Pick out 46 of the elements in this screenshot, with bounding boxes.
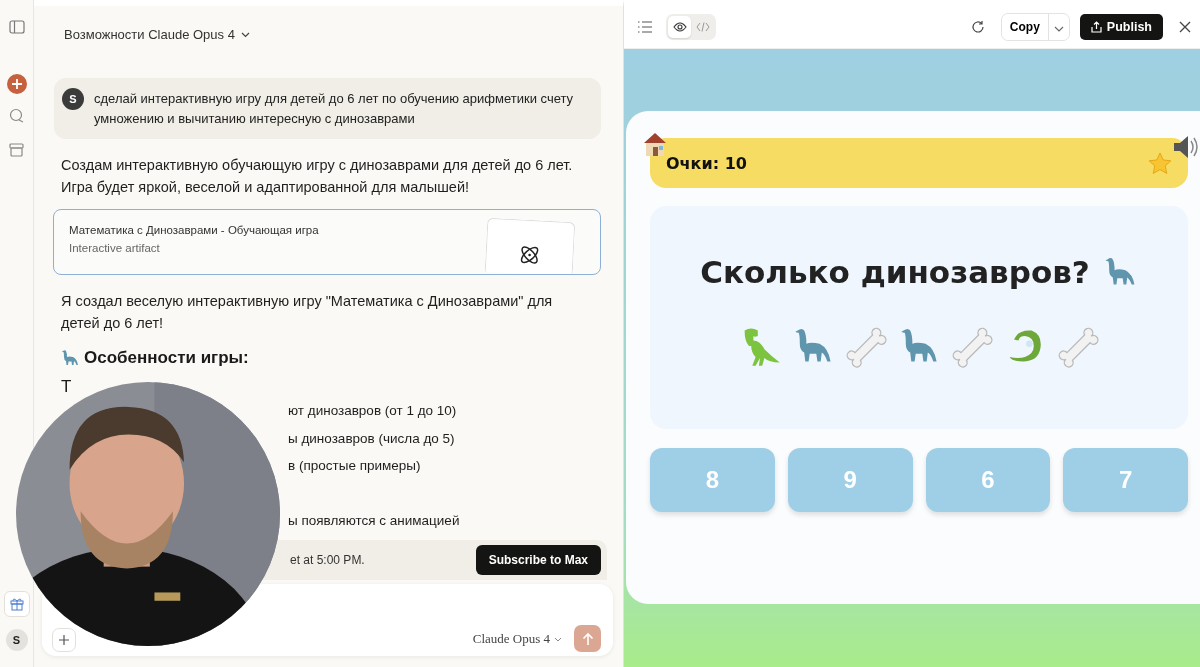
chevron-down-icon (554, 636, 562, 642)
projects-icon[interactable] (9, 142, 24, 157)
user-avatar: S (62, 88, 84, 110)
list-text: ы динозавров (числа до 5) (288, 429, 455, 448)
refresh-icon[interactable] (970, 20, 985, 34)
arrow-up-icon (581, 631, 594, 646)
eye-icon (672, 22, 687, 32)
artifact-title: Математика с Динозаврами - Обучающая игра (69, 224, 320, 236)
question-text: Сколько динозавров? (700, 254, 1090, 290)
model-selector[interactable]: Claude Opus 4 (472, 631, 562, 647)
response-text: Игра будет яркой, веселой и адаптированной для малышей! (61, 178, 471, 197)
chevron-down-icon (240, 31, 250, 38)
subheading-text: Т (61, 377, 72, 397)
new-chat-icon[interactable] (6, 74, 27, 94)
publish-button[interactable]: Publish (1079, 14, 1163, 40)
chat-title[interactable]: Возможности Claude Opus 4 (64, 27, 250, 42)
house-icon[interactable] (642, 130, 668, 158)
sidebar-toggle-icon[interactable] (8, 20, 25, 34)
user-avatar[interactable]: S (5, 629, 28, 651)
preview-tab[interactable] (668, 16, 691, 38)
gift-icon (9, 597, 24, 611)
list-text: ы появляются с анимацией (288, 511, 460, 530)
notice-text: et at 5:00 PM. (290, 553, 365, 567)
score-text: Очки: 10 (666, 153, 747, 173)
sauropod-icon (60, 348, 80, 368)
code-icon (695, 22, 710, 32)
close-icon[interactable] (1179, 21, 1191, 33)
artifact-card[interactable]: Математика с Динозаврами - Обучающая игра Interactive artifact (53, 209, 601, 275)
list-text: ют динозавров (от 1 до 10) (288, 402, 457, 420)
star-icon (1148, 152, 1172, 176)
subscribe-button[interactable]: Subscribe to Max (475, 545, 601, 575)
speaker-icon[interactable] (1172, 133, 1198, 161)
list-text: в (простые примеры) (288, 457, 421, 475)
gift-button[interactable] (3, 591, 30, 617)
plus-icon (58, 634, 70, 646)
response-text: Я создал веселую интерактивную игру "Математика с Динозаврами" для детей до 6 лет! (61, 292, 554, 333)
add-button[interactable] (52, 628, 76, 652)
section-heading: Особенности игры: (84, 348, 249, 368)
send-button[interactable] (574, 625, 601, 652)
chevron-down-icon (1053, 25, 1064, 32)
list-icon[interactable] (638, 21, 652, 33)
message-text: сделай интерактивную игру для детей до 6 лет по обучению арифметики счету умножению и вычитанию интересную с динозаврами (94, 90, 575, 128)
response-text: Создам интерактивную обучающую игру с динозаврами для детей до 6 лет. (61, 156, 574, 175)
copy-button[interactable]: Copy (1001, 14, 1049, 40)
share-icon (1090, 21, 1102, 33)
artifact-subtitle: Interactive artifact (69, 242, 161, 254)
